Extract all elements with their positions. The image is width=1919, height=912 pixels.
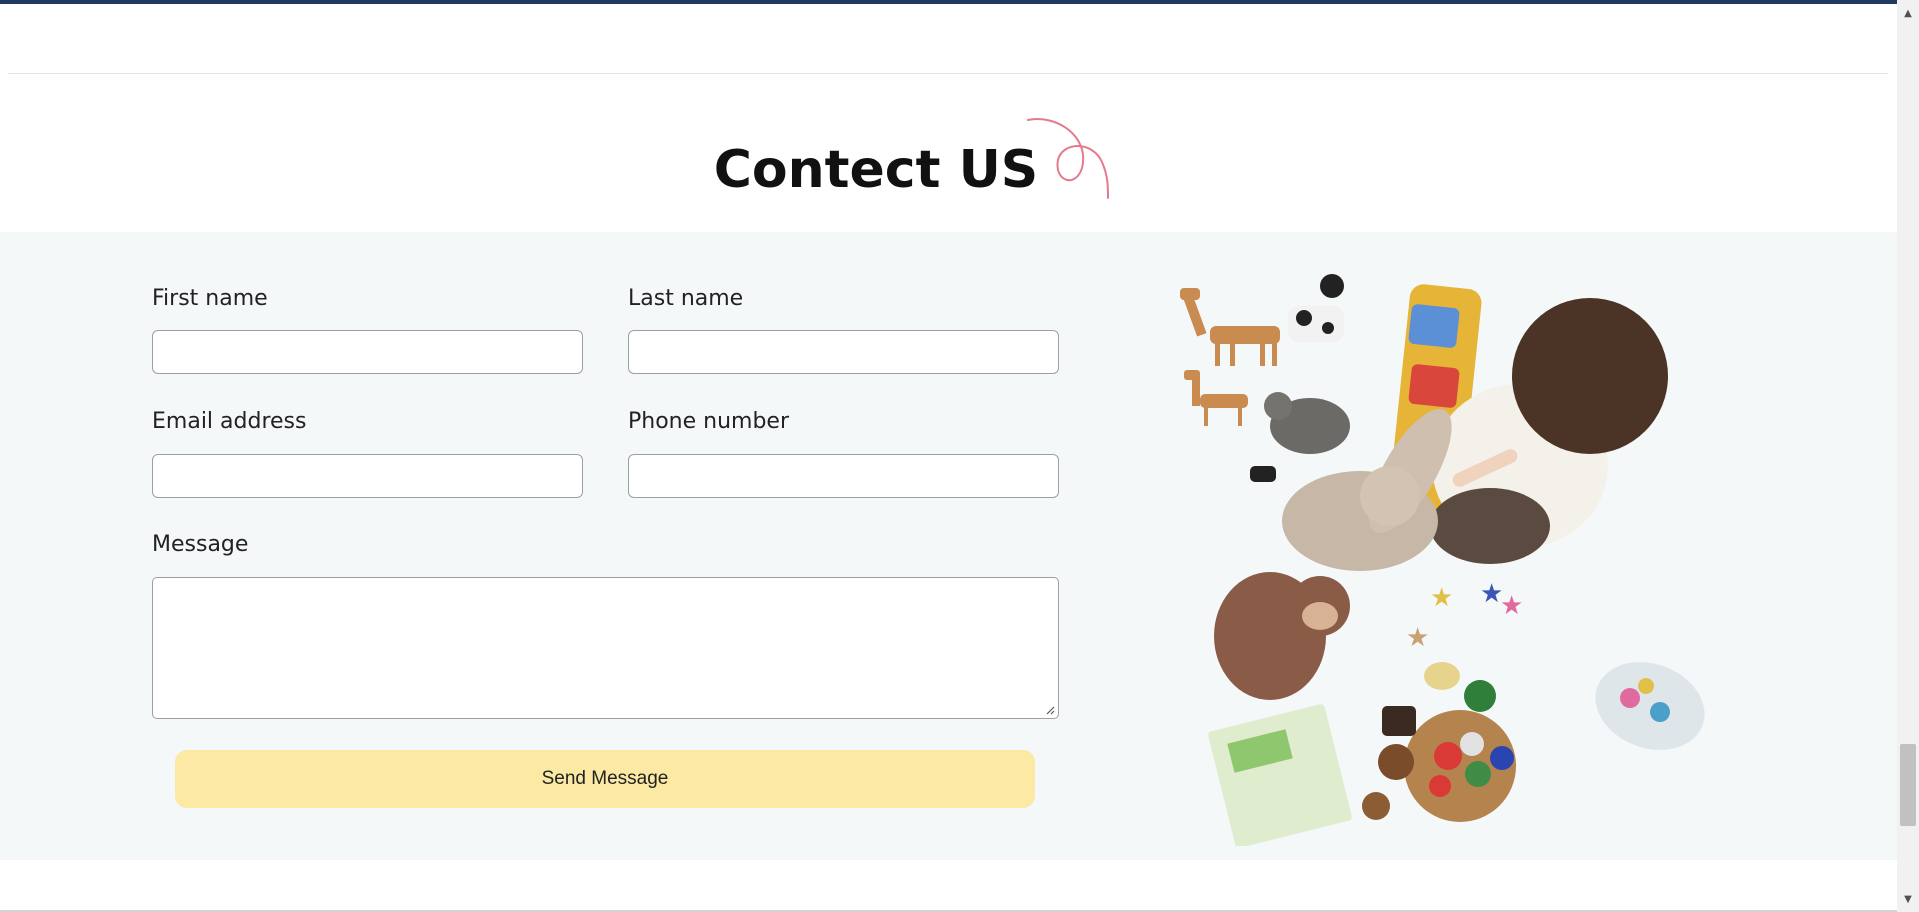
resize-handle-icon[interactable] xyxy=(1045,705,1055,715)
svg-text:★: ★ xyxy=(1406,623,1429,653)
email-field[interactable] xyxy=(152,454,583,498)
chevron-down-icon[interactable]: ▼ xyxy=(1897,890,1919,908)
vertical-scrollbar[interactable]: ▲ ▼ xyxy=(1897,0,1919,912)
last-name-label: Last name xyxy=(628,286,744,311)
contact-heading: Contect US xyxy=(0,96,1897,232)
svg-text:★: ★ xyxy=(1430,583,1453,613)
scrollbar-thumb[interactable] xyxy=(1900,744,1916,826)
message-label: Message xyxy=(152,532,249,557)
chevron-up-icon[interactable]: ▲ xyxy=(1897,4,1919,22)
last-name-input[interactable] xyxy=(628,330,1059,374)
first-name-label: First name xyxy=(152,286,268,311)
send-message-button[interactable]: Send Message xyxy=(175,750,1035,808)
first-name-input[interactable] xyxy=(152,330,583,374)
section-divider xyxy=(8,73,1888,74)
baby-with-toys-illustration: ★ ★ ★ ★ xyxy=(1180,274,1705,846)
message-textarea[interactable] xyxy=(152,577,1059,719)
phone-label: Phone number xyxy=(628,409,790,434)
phone-field[interactable] xyxy=(628,454,1059,498)
email-label: Email address xyxy=(152,409,307,434)
swirl-icon xyxy=(1027,118,1109,199)
page-title: Contect US xyxy=(713,140,1039,200)
top-accent-bar xyxy=(0,0,1919,4)
contact-section: First name Last name Email address Phone… xyxy=(0,232,1897,860)
svg-text:★: ★ xyxy=(1500,591,1523,621)
